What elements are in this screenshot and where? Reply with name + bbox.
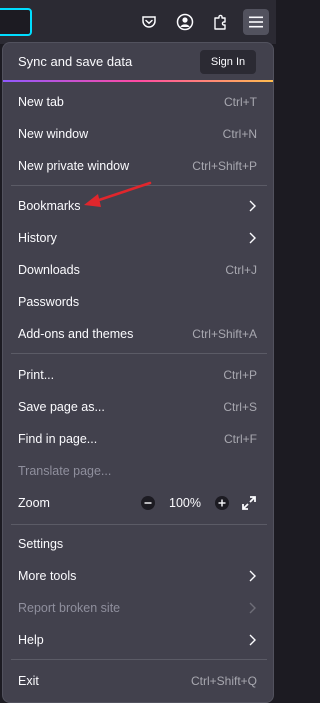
menu-separator [11, 185, 267, 186]
menu-item-exit[interactable]: Exit Ctrl+Shift+Q [3, 666, 273, 696]
menu-shortcut: Ctrl+N [222, 127, 257, 141]
menu-item-new-private-window[interactable]: New private window Ctrl+Shift+P [3, 151, 273, 181]
menu-item-history[interactable]: History [3, 223, 273, 253]
menu-item-more-tools[interactable]: More tools [3, 561, 273, 591]
menu-item-downloads[interactable]: Downloads Ctrl+J [3, 255, 273, 285]
menu-label: Exit [18, 674, 39, 688]
menu-item-bookmarks[interactable]: Bookmarks [3, 191, 273, 221]
url-bar[interactable] [0, 8, 32, 36]
menu-shortcut: Ctrl+T [224, 95, 257, 109]
app-menu-panel: Sync and save data Sign In New tab Ctrl+… [2, 42, 274, 703]
menu-shortcut: Ctrl+P [223, 368, 257, 382]
sign-in-button[interactable]: Sign In [200, 50, 256, 74]
hamburger-menu-icon[interactable] [243, 9, 269, 35]
sync-row: Sync and save data Sign In [3, 43, 273, 81]
chevron-right-icon [249, 634, 256, 646]
chevron-right-icon [249, 570, 256, 582]
minus-icon [144, 502, 152, 504]
menu-item-settings[interactable]: Settings [3, 529, 273, 559]
chevron-right-icon [249, 602, 256, 614]
menu-item-zoom: Zoom 100% [3, 488, 273, 518]
sync-divider [3, 80, 273, 82]
zoom-out-button[interactable] [141, 496, 156, 510]
plus-icon [218, 499, 226, 507]
menu-label: Report broken site [18, 601, 121, 615]
menu-label: Print... [18, 368, 55, 382]
menu-item-translate-page: Translate page... [3, 456, 273, 486]
toolbar [0, 0, 276, 44]
account-icon[interactable] [172, 9, 198, 35]
menu-separator [11, 659, 267, 660]
menu-item-passwords[interactable]: Passwords [3, 287, 273, 317]
zoom-controls: 100% [141, 488, 257, 518]
fullscreen-icon[interactable] [241, 495, 257, 511]
menu-label: More tools [18, 569, 77, 583]
menu-label: Bookmarks [18, 199, 81, 213]
menu-item-find-in-page[interactable]: Find in page... Ctrl+F [3, 424, 273, 454]
menu-item-addons[interactable]: Add-ons and themes Ctrl+Shift+A [3, 319, 273, 349]
zoom-in-button[interactable] [215, 496, 229, 510]
menu-label: New tab [18, 95, 64, 109]
menu-separator [11, 353, 267, 354]
menu-item-help[interactable]: Help [3, 625, 273, 655]
menu-label: New window [18, 127, 89, 141]
sync-label: Sync and save data [18, 54, 133, 69]
menu-label: Save page as... [18, 400, 105, 414]
menu-shortcut: Ctrl+S [223, 400, 257, 414]
menu-item-new-tab[interactable]: New tab Ctrl+T [3, 87, 273, 117]
menu-item-save-page[interactable]: Save page as... Ctrl+S [3, 392, 273, 422]
menu-label: Find in page... [18, 432, 98, 446]
menu-shortcut: Ctrl+Shift+P [192, 159, 257, 173]
chevron-right-icon [249, 200, 256, 212]
menu-label: History [18, 231, 57, 245]
chevron-right-icon [249, 232, 256, 244]
menu-label: Settings [18, 537, 64, 551]
menu-label: Downloads [18, 263, 80, 277]
pocket-icon[interactable] [136, 9, 162, 35]
menu-item-report-broken-site: Report broken site [3, 593, 273, 623]
menu-shortcut: Ctrl+J [225, 263, 257, 277]
zoom-level[interactable]: 100% [169, 496, 201, 510]
menu-label: Passwords [18, 295, 80, 309]
menu-shortcut: Ctrl+F [224, 432, 257, 446]
menu-label: Translate page... [18, 464, 112, 478]
menu-shortcut: Ctrl+Shift+A [192, 327, 257, 341]
extensions-icon[interactable] [208, 9, 234, 35]
menu-label: New private window [18, 159, 130, 173]
menu-label: Add-ons and themes [18, 327, 134, 341]
menu-label: Help [18, 633, 44, 647]
menu-item-print[interactable]: Print... Ctrl+P [3, 360, 273, 390]
menu-shortcut: Ctrl+Shift+Q [190, 674, 257, 688]
menu-item-new-window[interactable]: New window Ctrl+N [3, 119, 273, 149]
menu-separator [11, 524, 267, 525]
